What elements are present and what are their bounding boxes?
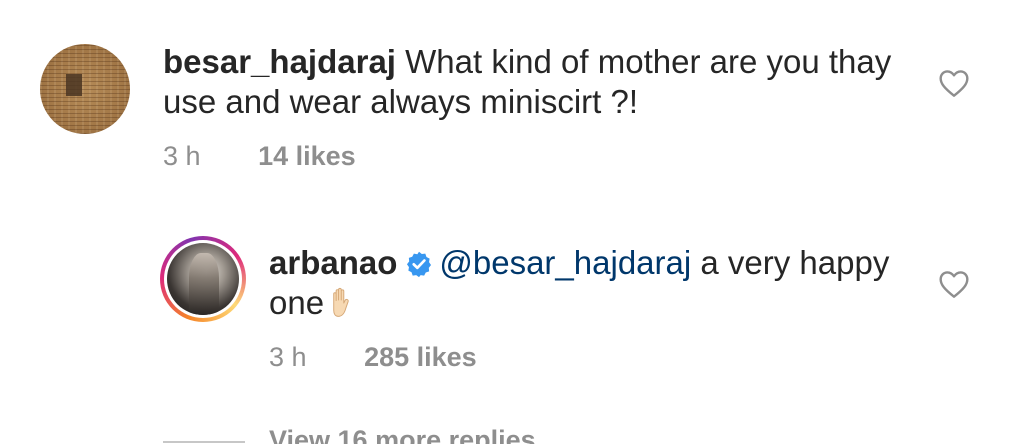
avatar-detail: [66, 74, 82, 96]
reply-body: arbanao @besar_hajdaraj a very happy one: [269, 243, 909, 323]
view-more-replies-button[interactable]: View 16 more replies: [163, 420, 536, 444]
more-replies-divider: [163, 441, 245, 443]
verified-badge-icon: [407, 251, 432, 278]
heart-outline-icon[interactable]: [938, 68, 970, 98]
comment-username[interactable]: besar_hajdaraj: [163, 43, 396, 80]
heart-outline-icon[interactable]: [938, 269, 970, 299]
comment-likes[interactable]: 14 likes: [258, 141, 356, 171]
avatar[interactable]: [167, 243, 239, 315]
reply-mention[interactable]: @besar_hajdaraj: [439, 244, 691, 281]
avatar-texture: [40, 44, 130, 134]
raised-hand-emoji: [333, 287, 349, 317]
reply-username[interactable]: arbanao: [269, 244, 397, 281]
comments-view: besar_hajdaraj What kind of mother are y…: [0, 0, 1024, 444]
reply-meta: 3 h 285 likes: [269, 341, 477, 373]
avatar-figure: [189, 253, 219, 315]
avatar[interactable]: [40, 44, 130, 134]
more-replies-label: View 16 more replies: [269, 425, 536, 444]
comment-meta: 3 h 14 likes: [163, 140, 356, 172]
comment-time: 3 h: [163, 141, 201, 171]
reply-time: 3 h: [269, 342, 307, 372]
comment-body: besar_hajdaraj What kind of mother are y…: [163, 42, 923, 122]
reply-likes[interactable]: 285 likes: [364, 342, 477, 372]
